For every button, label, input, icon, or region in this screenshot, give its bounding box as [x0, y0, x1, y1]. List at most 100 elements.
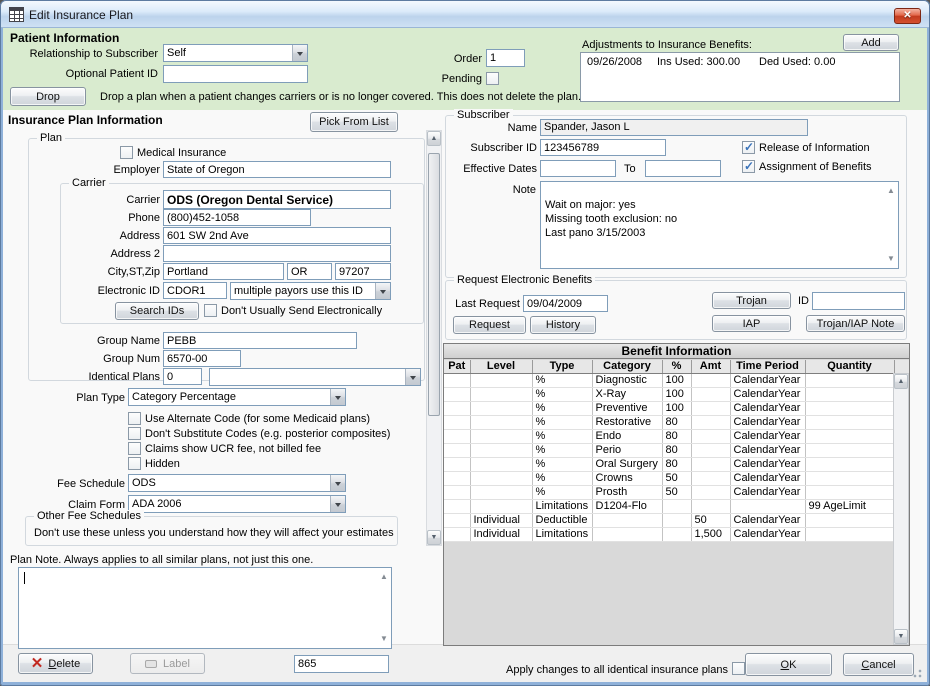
city-field[interactable]: [163, 263, 284, 280]
request-button[interactable]: Request: [453, 316, 526, 334]
dont-send-label: Don't Usually Send Electronically: [221, 304, 382, 318]
add-adjustment-button[interactable]: Add: [843, 34, 899, 51]
scroll-up-icon[interactable]: ▲: [379, 570, 389, 584]
city-st-zip-label: City,ST,Zip: [20, 265, 160, 279]
effective-dates-label: Effective Dates: [415, 162, 537, 176]
address-field[interactable]: [163, 227, 391, 244]
fee-schedule-combo[interactable]: ODS: [128, 474, 346, 492]
drop-button[interactable]: Drop: [10, 87, 86, 106]
optional-patient-id-field[interactable]: [163, 65, 308, 83]
subscriber-id-field[interactable]: [540, 139, 666, 156]
left-panel-scrollbar[interactable]: ▲ ▼: [426, 130, 442, 546]
pick-from-list-button[interactable]: Pick From List: [310, 112, 398, 132]
ok-button-label: OK: [781, 659, 797, 671]
iap-button[interactable]: IAP: [712, 315, 791, 332]
scroll-down-icon[interactable]: ▼: [894, 629, 908, 644]
benefit-column-header: Time Period: [730, 360, 805, 373]
close-button[interactable]: ✕: [894, 8, 921, 24]
cancel-button[interactable]: Cancel: [843, 653, 914, 676]
title-bar[interactable]: Edit Insurance Plan ✕: [1, 1, 929, 28]
effective-to-field[interactable]: [645, 160, 721, 177]
plan-num-field[interactable]: [294, 655, 389, 673]
adjustments-listbox[interactable]: 09/26/2008 Ins Used: 300.00 Ded Used: 0.…: [580, 52, 900, 102]
benefit-row[interactable]: %Diagnostic100CalendarYear: [444, 373, 894, 387]
electronic-benefits-group-label: Request Electronic Benefits: [454, 274, 595, 287]
benefit-row[interactable]: IndividualLimitations1,500CalendarYear: [444, 527, 894, 541]
benefit-row[interactable]: %Prosth50CalendarYear: [444, 485, 894, 499]
identical-plans-combo[interactable]: [209, 368, 421, 386]
benefit-grid-scrollbar[interactable]: ▲ ▼: [893, 373, 909, 645]
dont-send-checkbox[interactable]: [204, 304, 217, 317]
hidden-checkbox[interactable]: [128, 457, 141, 470]
benefit-row[interactable]: %Oral Surgery80CalendarYear: [444, 457, 894, 471]
chevron-down-icon[interactable]: [405, 369, 420, 385]
label-button[interactable]: Label: [130, 653, 205, 674]
resize-grip[interactable]: [912, 668, 922, 678]
chevron-down-icon[interactable]: [375, 283, 390, 299]
benefit-row[interactable]: %Restorative80CalendarYear: [444, 415, 894, 429]
scroll-up-icon[interactable]: ▲: [894, 374, 908, 389]
subscriber-note-textarea[interactable]: Wait on major: yes Missing tooth exclusi…: [540, 181, 899, 269]
dont-substitute-checkbox[interactable]: [128, 427, 141, 440]
identical-plans-field[interactable]: [163, 368, 202, 385]
scroll-down-icon[interactable]: ▼: [427, 530, 441, 545]
plan-type-value: Category Percentage: [129, 389, 330, 405]
chevron-down-icon[interactable]: [330, 496, 345, 512]
edit-insurance-plan-dialog: Edit Insurance Plan ✕ Patient Informatio…: [0, 0, 930, 686]
plan-type-combo[interactable]: Category Percentage: [128, 388, 346, 406]
trojan-button[interactable]: Trojan: [712, 292, 791, 309]
label-button-label: Label: [163, 658, 190, 670]
zip-field[interactable]: [335, 263, 391, 280]
trojan-iap-note-button[interactable]: Trojan/IAP Note: [806, 315, 905, 332]
benefit-row[interactable]: %X-Ray100CalendarYear: [444, 387, 894, 401]
pending-checkbox[interactable]: [486, 72, 499, 85]
phone-field[interactable]: [163, 209, 311, 226]
hidden-label: Hidden: [145, 457, 180, 471]
last-request-field[interactable]: [523, 295, 608, 312]
ok-button[interactable]: OK: [745, 653, 832, 676]
to-label: To: [624, 162, 636, 176]
employer-field[interactable]: [163, 161, 391, 178]
benefit-row[interactable]: %Preventive100CalendarYear: [444, 401, 894, 415]
benefit-row[interactable]: IndividualDeductible50CalendarYear: [444, 513, 894, 527]
group-num-field[interactable]: [163, 350, 241, 367]
search-ids-button[interactable]: Search IDs: [115, 302, 199, 320]
use-alternate-checkbox[interactable]: [128, 412, 141, 425]
address-label: Address: [20, 229, 160, 243]
scroll-down-icon[interactable]: ▼: [379, 632, 389, 646]
chevron-down-icon[interactable]: [330, 475, 345, 491]
carrier-field[interactable]: [163, 190, 391, 209]
benefit-row[interactable]: %Endo80CalendarYear: [444, 429, 894, 443]
claims-ucr-checkbox[interactable]: [128, 442, 141, 455]
effective-from-field[interactable]: [540, 160, 616, 177]
relationship-value: Self: [164, 45, 292, 61]
subscriber-name-field: Spander, Jason L: [540, 119, 808, 136]
scroll-up-icon[interactable]: ▲: [886, 184, 896, 198]
plan-note-textarea[interactable]: ▲ ▼: [18, 567, 392, 649]
state-field[interactable]: [287, 263, 332, 280]
claim-form-combo[interactable]: ADA 2006: [128, 495, 346, 513]
adjustment-entry[interactable]: 09/26/2008 Ins Used: 300.00 Ded Used: 0.…: [581, 53, 899, 69]
trojan-id-field[interactable]: [812, 292, 905, 310]
medical-insurance-checkbox[interactable]: [120, 146, 133, 159]
scrollbar-thumb[interactable]: [428, 153, 440, 416]
group-name-field[interactable]: [163, 332, 357, 349]
benefit-row[interactable]: LimitationsD1204-Flo99 AgeLimit: [444, 499, 894, 513]
release-of-information-checkbox[interactable]: [742, 141, 755, 154]
benefit-row[interactable]: %Crowns50CalendarYear: [444, 471, 894, 485]
scroll-down-icon[interactable]: ▼: [886, 252, 896, 266]
delete-button[interactable]: ✕ Delete: [18, 653, 93, 674]
assignment-of-benefits-checkbox[interactable]: [742, 160, 755, 173]
claim-form-value: ADA 2006: [129, 496, 330, 512]
apply-changes-checkbox[interactable]: [732, 662, 745, 675]
chevron-down-icon[interactable]: [330, 389, 345, 405]
order-field[interactable]: [486, 49, 525, 67]
history-button[interactable]: History: [530, 316, 596, 334]
address2-field[interactable]: [163, 245, 391, 262]
subscriber-note-text: Wait on major: yes Missing tooth exclusi…: [545, 199, 677, 239]
benefit-row[interactable]: %Perio80CalendarYear: [444, 443, 894, 457]
chevron-down-icon[interactable]: [292, 45, 307, 61]
relationship-combo[interactable]: Self: [163, 44, 308, 62]
payor-combo[interactable]: multiple payors use this ID: [230, 282, 391, 300]
electronic-id-field[interactable]: [163, 282, 227, 299]
